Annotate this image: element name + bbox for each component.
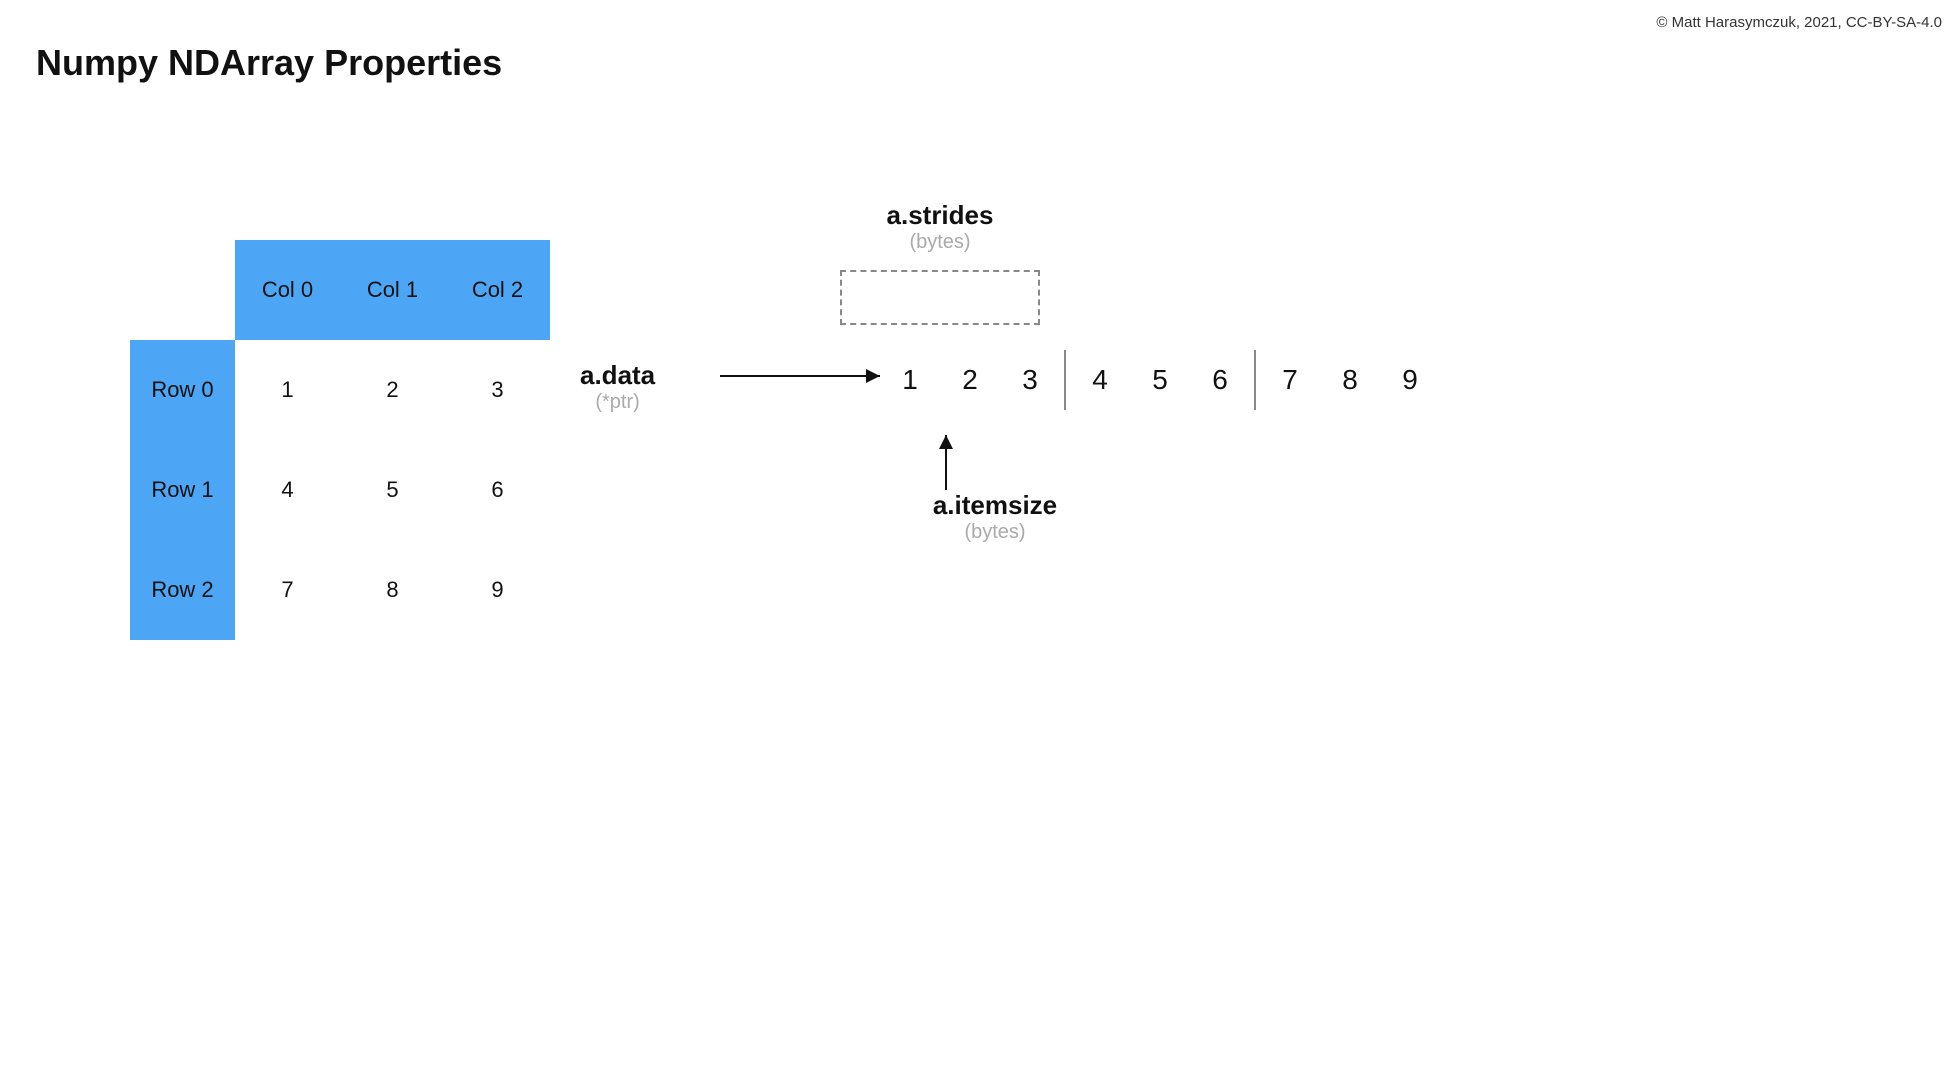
num-2: 2 <box>940 364 1000 396</box>
cell-2-2: 9 <box>445 540 550 640</box>
strides-sub-label: (bytes) <box>840 231 1040 254</box>
strides-label: a.strides (bytes) <box>840 200 1040 254</box>
corner-cell <box>130 240 235 340</box>
col-header-0: Col 0 <box>235 240 340 340</box>
matrix-table: Col 0 Col 1 Col 2 Row 0 1 2 3 Row 1 4 5 … <box>130 240 550 640</box>
col-header-1: Col 1 <box>340 240 445 340</box>
itemsize-label: a.itemsize (bytes) <box>895 490 1095 544</box>
num-6: 6 <box>1190 364 1250 396</box>
itemsize-sub-label: (bytes) <box>895 521 1095 544</box>
num-5: 5 <box>1130 364 1190 396</box>
num-4: 4 <box>1070 364 1130 396</box>
strides-dashed-box <box>840 270 1040 325</box>
col-header-2: Col 2 <box>445 240 550 340</box>
numbers-row: 1 2 3 4 5 6 7 8 9 <box>880 350 1440 410</box>
table-row: Row 0 1 2 3 <box>130 340 550 440</box>
num-9: 9 <box>1380 364 1440 396</box>
copyright-text: © Matt Harasymczuk, 2021, CC-BY-SA-4.0 <box>1656 14 1942 31</box>
cell-0-0: 1 <box>235 340 340 440</box>
row-header-1: Row 1 <box>130 440 235 540</box>
cell-0-1: 2 <box>340 340 445 440</box>
cell-1-1: 5 <box>340 440 445 540</box>
data-main-label: a.data <box>580 360 655 391</box>
num-8: 8 <box>1320 364 1380 396</box>
cell-2-0: 7 <box>235 540 340 640</box>
strides-main-label: a.strides <box>840 200 1040 231</box>
data-arrow-right <box>720 375 880 377</box>
vertical-divider-2 <box>1254 350 1256 410</box>
num-7: 7 <box>1260 364 1320 396</box>
row-header-0: Row 0 <box>130 340 235 440</box>
table-row: Row 1 4 5 6 <box>130 440 550 540</box>
matrix-container: Col 0 Col 1 Col 2 Row 0 1 2 3 Row 1 4 5 … <box>130 240 550 640</box>
num-3: 3 <box>1000 364 1060 396</box>
cell-1-0: 4 <box>235 440 340 540</box>
data-sub-label: (*ptr) <box>580 391 655 414</box>
itemsize-arrow-up <box>945 435 947 490</box>
num-1: 1 <box>880 364 940 396</box>
cell-1-2: 6 <box>445 440 550 540</box>
page-title: Numpy NDArray Properties <box>36 42 502 84</box>
data-label: a.data (*ptr) <box>580 360 655 414</box>
table-row: Row 2 7 8 9 <box>130 540 550 640</box>
cell-0-2: 3 <box>445 340 550 440</box>
cell-2-1: 8 <box>340 540 445 640</box>
vertical-divider-1 <box>1064 350 1066 410</box>
row-header-2: Row 2 <box>130 540 235 640</box>
itemsize-main-label: a.itemsize <box>895 490 1095 521</box>
